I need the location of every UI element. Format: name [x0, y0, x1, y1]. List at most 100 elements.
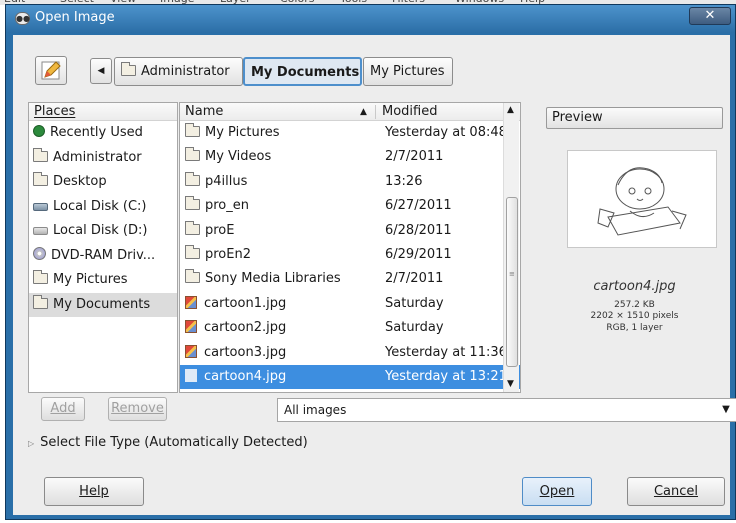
- file-row[interactable]: cartoon2.jpg Saturday: [180, 316, 520, 340]
- scrollbar-thumb[interactable]: ≡: [506, 197, 518, 367]
- place-label: Desktop: [53, 174, 107, 189]
- file-row[interactable]: My Videos 2/7/2011: [180, 145, 520, 169]
- select-file-type-label: Select File Type (Automatically Detected…: [40, 435, 308, 450]
- add-bookmark-button[interactable]: Add: [41, 397, 85, 421]
- file-modified: Yesterday at 13:21: [385, 368, 507, 384]
- place-local-disk-d[interactable]: Local Disk (D:): [29, 219, 177, 244]
- folder-icon: [121, 62, 136, 76]
- preview-color-mode: RGB, 1 layer: [606, 323, 663, 333]
- file-row[interactable]: pro_en 6/27/2011: [180, 194, 520, 218]
- file-name-text: My Videos: [205, 149, 272, 165]
- left-arrow-icon: ◀: [97, 66, 105, 76]
- folder-icon: [33, 270, 48, 284]
- file-name-text: pro_en: [205, 198, 250, 214]
- file-name-text: cartoon3.jpg: [204, 344, 287, 360]
- folder-icon: [33, 147, 48, 162]
- place-administrator[interactable]: Administrator: [29, 146, 177, 171]
- remove-bookmark-button[interactable]: Remove: [108, 397, 167, 421]
- place-recently-used[interactable]: Recently Used: [29, 121, 177, 146]
- places-pane: Places Recently Used Administrator Deskt…: [28, 102, 178, 393]
- preview-thumbnail: [567, 150, 717, 248]
- file-modified: 2/7/2011: [385, 149, 444, 165]
- column-modified-header[interactable]: Modified: [382, 103, 437, 121]
- open-button[interactable]: Open: [522, 477, 592, 506]
- remove-label: Remove: [111, 401, 164, 416]
- preview-label: Preview: [552, 110, 603, 125]
- open-label: Open: [539, 484, 575, 499]
- file-row[interactable]: cartoon3.jpg Yesterday at 11:36: [180, 341, 520, 365]
- gimp-icon: ●●: [15, 12, 30, 25]
- file-name-text: cartoon2.jpg: [204, 320, 287, 336]
- image-file-icon: [185, 344, 197, 358]
- file-list-scrollbar[interactable]: ▲ ≡ ▼: [503, 103, 519, 392]
- cancel-label: Cancel: [653, 484, 699, 499]
- folder-icon: [185, 269, 200, 284]
- file-name: cartoon1.jpg: [185, 292, 286, 316]
- place-label: My Documents: [53, 296, 151, 312]
- place-label: DVD-RAM Driv...: [51, 247, 156, 263]
- file-name-text: proE: [205, 222, 235, 238]
- file-row[interactable]: p4illus 13:26: [180, 170, 520, 194]
- path-back-button[interactable]: ◀: [90, 58, 112, 84]
- file-modified: Saturday: [385, 295, 444, 311]
- place-dvd-ram-drive[interactable]: DVD-RAM Driv...: [29, 244, 177, 269]
- titlebar: ●● Open Image ✕: [6, 5, 735, 33]
- scroll-down-icon[interactable]: ▼: [507, 379, 514, 389]
- scrollbar-grip-icon: ≡: [509, 270, 515, 278]
- folder-icon: [185, 220, 200, 235]
- file-modified: Yesterday at 11:36: [385, 344, 507, 360]
- add-label: Add: [50, 401, 76, 416]
- path-button-my-documents[interactable]: My Documents: [243, 57, 362, 86]
- preview-dimensions: 2202 × 1510 pixels: [590, 311, 679, 321]
- file-row[interactable]: cartoon4.jpg Yesterday at 13:21: [180, 364, 520, 390]
- place-desktop[interactable]: Desktop: [29, 170, 177, 195]
- filter-value: All images: [284, 403, 347, 417]
- file-row[interactable]: proEn2 6/29/2011: [180, 243, 520, 267]
- file-row[interactable]: Sony Media Libraries 2/7/2011: [180, 267, 520, 291]
- place-label: My Pictures: [53, 272, 128, 287]
- file-rows: My Pictures Yesterday at 08:48 My Videos 2/…: [180, 121, 520, 390]
- dropdown-arrow-icon[interactable]: ▼: [717, 401, 735, 419]
- help-label: Help: [79, 484, 109, 499]
- file-modified: Yesterday at 08:48: [385, 125, 507, 140]
- type-location-button[interactable]: [35, 56, 67, 85]
- file-list: Name ▲ Modified My Pictures Yesterday at …: [179, 102, 521, 393]
- file-name: proE: [185, 219, 234, 243]
- file-name-text: cartoon4.jpg: [204, 368, 287, 384]
- folder-icon: [185, 123, 200, 137]
- local-disk-icon: [33, 227, 48, 235]
- folder-icon: [185, 244, 200, 259]
- column-divider[interactable]: [375, 105, 376, 119]
- path-button-administrator[interactable]: Administrator: [114, 57, 243, 86]
- folder-icon: [33, 294, 48, 309]
- file-row[interactable]: cartoon1.jpg Saturday: [180, 292, 520, 316]
- file-name: cartoon3.jpg: [185, 341, 286, 365]
- path-label: My Pictures: [370, 64, 445, 79]
- place-label: Local Disk (D:): [53, 223, 148, 238]
- local-disk-icon: [33, 202, 48, 211]
- column-name-header[interactable]: Name: [185, 103, 223, 121]
- folder-icon: [185, 196, 200, 211]
- file-name-text: My Pictures: [205, 125, 280, 140]
- place-my-documents[interactable]: My Documents: [29, 292, 177, 317]
- scroll-up-icon[interactable]: ▲: [507, 105, 514, 115]
- file-type-filter[interactable]: All images ▼: [277, 398, 736, 422]
- file-row[interactable]: My Pictures Yesterday at 08:48: [180, 121, 520, 145]
- file-name: pro_en: [185, 194, 249, 218]
- preview-button[interactable]: Preview: [546, 107, 723, 129]
- place-local-disk-c[interactable]: Local Disk (C:): [29, 195, 177, 220]
- close-button[interactable]: ✕: [689, 7, 731, 25]
- places-header-label: Places: [34, 104, 76, 119]
- file-row[interactable]: proE 6/28/2011: [180, 219, 520, 243]
- place-label: Recently Used: [50, 125, 143, 140]
- help-button[interactable]: Help: [44, 477, 144, 506]
- place-label: Administrator: [53, 149, 142, 165]
- file-name-text: p4illus: [205, 173, 248, 189]
- file-name-text: cartoon1.jpg: [204, 295, 287, 311]
- cancel-button[interactable]: Cancel: [627, 477, 725, 506]
- image-file-icon: [185, 320, 197, 334]
- path-button-my-pictures[interactable]: My Pictures: [363, 57, 453, 86]
- place-my-pictures[interactable]: My Pictures: [29, 268, 177, 293]
- places-header[interactable]: Places: [29, 103, 177, 121]
- select-file-type-expander[interactable]: ▷ Select File Type (Automatically Detecte…: [28, 435, 308, 450]
